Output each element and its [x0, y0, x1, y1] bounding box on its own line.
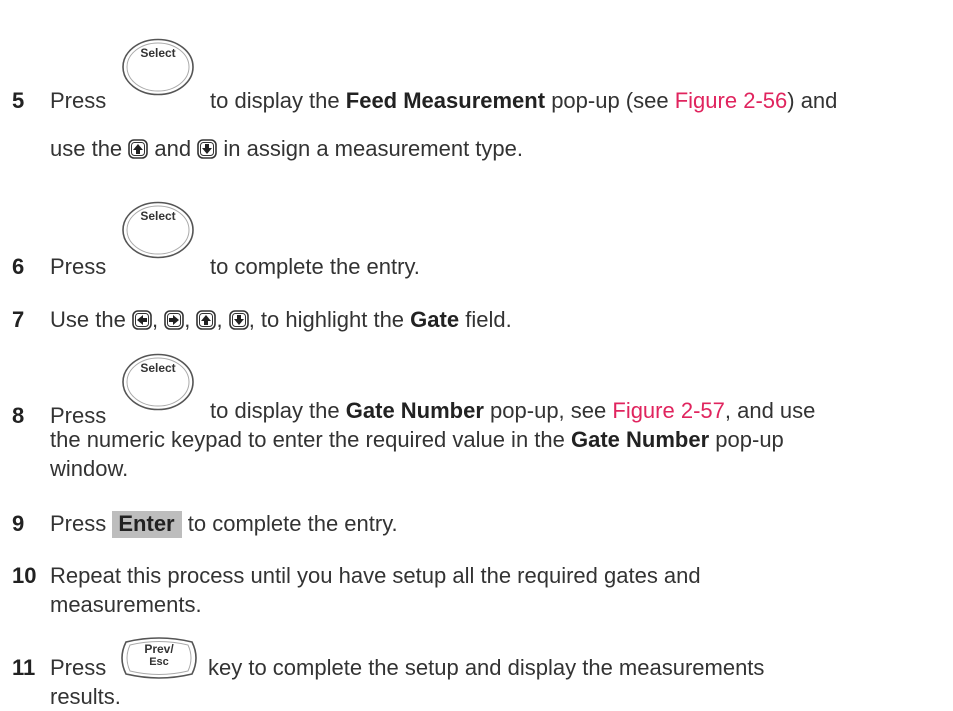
step-text: Press	[50, 88, 107, 113]
arrow-down-icon	[197, 139, 217, 159]
figure-link[interactable]: Figure 2-57	[612, 398, 725, 423]
step-text: Use the , , , , to highlight the Gate fi…	[50, 307, 512, 332]
select-key: Select	[120, 200, 196, 260]
select-key-label: Select	[140, 209, 176, 223]
step-number: 9	[12, 511, 25, 536]
step-number: 10	[12, 563, 37, 588]
select-key-label: Select	[140, 46, 176, 60]
arrow-down-icon	[229, 310, 249, 330]
prev-esc-label: Esc	[149, 656, 169, 668]
select-key-label: Select	[140, 361, 176, 375]
step-number: 5	[12, 88, 25, 113]
select-key: Select	[120, 37, 196, 97]
step-text: Repeat this process until you have setup…	[50, 563, 701, 588]
enter-key: Enter	[112, 511, 182, 538]
select-key: Select	[120, 352, 196, 412]
step-text: key to complete the setup and display th…	[208, 655, 765, 680]
step-text: window.	[50, 456, 129, 481]
step-text: to display the Gate Number pop-up, see F…	[210, 398, 816, 423]
step-text: the numeric keypad to enter the required…	[50, 427, 784, 452]
step-text: use the and in assign a measurement type…	[50, 136, 523, 161]
figure-link[interactable]: Figure 2-56	[675, 88, 788, 113]
step-number: 6	[12, 254, 25, 279]
step-number: 11	[12, 655, 36, 680]
step-number: 7	[12, 307, 25, 332]
step-text: measurements.	[50, 592, 202, 617]
prev-esc-label: Prev/	[144, 642, 174, 656]
step-text: Press	[50, 655, 107, 680]
prev-esc-key: Prev/ Esc	[120, 636, 198, 680]
step-number: 8	[12, 403, 25, 428]
step-text: Press	[50, 254, 107, 279]
step-text: results.	[50, 684, 121, 709]
arrow-right-icon	[164, 310, 184, 330]
arrow-up-icon	[128, 139, 148, 159]
arrow-up-icon	[196, 310, 216, 330]
step-text: to complete the entry.	[210, 254, 420, 279]
step-text: to display the Feed Measurement pop-up (…	[210, 88, 838, 113]
arrow-left-icon	[132, 310, 152, 330]
step-text: Press Enter to complete the entry.	[50, 511, 398, 538]
